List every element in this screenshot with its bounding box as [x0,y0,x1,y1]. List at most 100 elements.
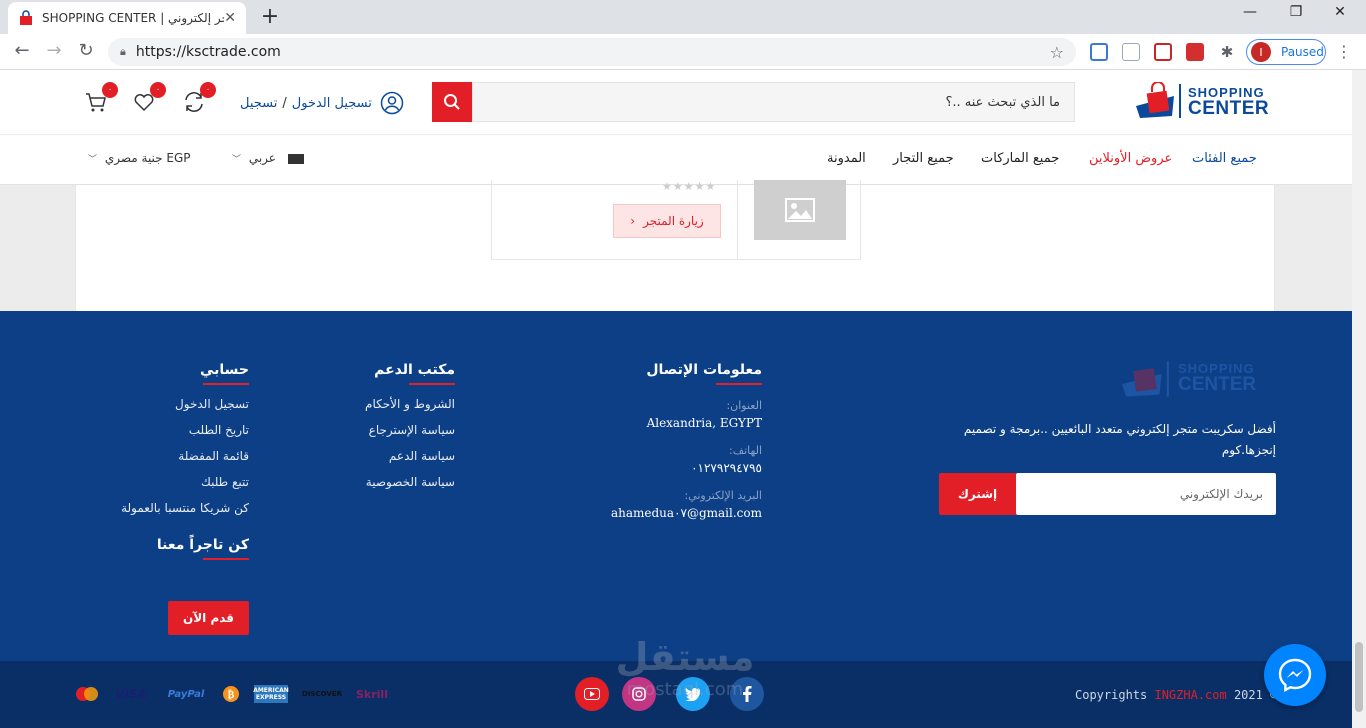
web-page: SHOPPING CENTER تسجيل الدخول / تسجيل ٠ ٠ [0,70,1352,728]
address-bar[interactable]: 🔒︎ https://ksctrade.com ☆ [108,38,1076,66]
store-image-placeholder[interactable] [754,180,846,240]
site-header: SHOPPING CENTER تسجيل الدخول / تسجيل ٠ ٠ [0,70,1352,185]
extensions-puzzle-icon[interactable]: ✱ [1218,43,1236,61]
browser-tab[interactable]: SHOPPING CENTER | متجر إلكتروني ✕ [8,2,246,34]
chevron-down-icon: ﹀ [88,155,98,165]
address-value: Alexandria, EGYPT [646,416,762,430]
cart-count-badge: ٠ [102,82,118,98]
newsletter-email-input[interactable] [1016,473,1276,515]
contact-heading: معلومات الإتصال [646,362,762,385]
support-column: مكتب الدعم الشروط و الأحكام سياسة الإستر… [365,359,455,489]
copyright-prefix: Copyrights [1075,688,1155,702]
email-value[interactable]: ahamedua٠٧@gmail.com [611,506,762,520]
main-nav: جميع الفئات عروض الأونلاين جميع الماركات… [0,134,1352,184]
extension-file-icon[interactable] [1122,43,1140,61]
copyright-brand-link[interactable]: INGZHA.com [1154,688,1226,702]
visit-store-button[interactable]: زيارة المتجر ‹ [613,204,721,238]
phone-value: ٠١٢٧٩٢٩٤٧٩٥ [691,461,762,475]
terms-link[interactable]: الشروط و الأحكام [365,397,455,411]
account-column: حسابي تسجيل الدخول تاريخ الطلب قائمة الم… [121,359,250,560]
messenger-icon [1278,658,1312,693]
currency-select[interactable]: ﹀ جنية مصري EGP [88,151,191,165]
language-label: عربي [248,151,276,165]
mostaql-watermark: مستقل mostaql.com [590,635,780,725]
support-heading: مكتب الدعم [374,362,455,385]
privacy-policy-link[interactable]: سياسة الخصوصية [365,475,455,489]
wishlist-count-badge: ٠ [150,82,166,98]
visit-store-label: زيارة المتجر [643,214,704,228]
chevron-left-icon: ‹ [630,214,636,228]
compare-count-badge: ٠ [200,82,216,98]
extension-docs-icon[interactable] [1090,43,1108,61]
become-merchant-heading: كن تاجراً معنا [157,537,250,560]
minimize-icon[interactable]: — [1230,4,1270,20]
back-icon[interactable]: ← [10,40,34,61]
return-policy-link[interactable]: سياسة الإسترجاع [365,423,455,437]
compare-button[interactable]: ٠ [182,82,216,114]
footer-description: أفضل سكريبت متجر إلكتروني متعدد البائعيي… [963,422,1276,457]
skrill-icon: Skrill [356,687,388,701]
shopping-bag-logo-icon [1122,361,1169,397]
scrollbar-thumb[interactable] [1355,642,1363,712]
site-footer: SHOPPING CENTER أفضل سكريبت متجر إلكترون… [0,311,1352,661]
messenger-chat-button[interactable] [1264,644,1326,706]
site-logo[interactable]: SHOPPING CENTER [1134,81,1274,122]
footer-login-link[interactable]: تسجيل الدخول [121,397,249,411]
discover-icon: DISCOVER [302,690,342,698]
support-policy-link[interactable]: سياسة الدعم [365,449,455,463]
track-order-link[interactable]: تتبع طلبك [121,475,249,489]
close-window-icon[interactable]: ✕ [1320,4,1360,20]
page-scrollbar[interactable] [1352,70,1366,728]
reload-icon[interactable]: ↻ [74,40,98,61]
wishlist-link[interactable]: قائمة المفضلة [121,449,249,463]
nav-all-merchants[interactable]: جميع التجار [893,151,954,166]
american-express-icon: AMERICAN EXPRESS [253,685,289,703]
svg-text:₿: ₿ [228,689,235,701]
login-link[interactable]: تسجيل الدخول [292,96,372,111]
subscribe-button[interactable]: إشترك [939,473,1016,515]
search-button[interactable] [432,82,472,122]
browser-toolbar: ← → ↻ 🔒︎ https://ksctrade.com ☆ ✱ I Paus… [0,34,1366,70]
visa-icon: VISA [115,687,147,701]
order-history-link[interactable]: تاريخ الطلب [121,423,249,437]
watermark-latin: mostaql.com [626,679,744,700]
url-text: https://ksctrade.com [135,44,281,60]
profile-avatar: I [1251,42,1271,62]
affiliate-link[interactable]: كن شريكا منتسبا بالعمولة [121,501,249,515]
shopping-bag-logo-icon [1136,81,1181,118]
wishlist-button[interactable]: ٠ [132,82,166,114]
account-links: تسجيل الدخول / تسجيل [240,91,404,115]
store-rating-stars: ★★★★★ [662,180,717,193]
user-icon [380,91,404,115]
register-link[interactable]: تسجيل [240,96,277,111]
address-label: العنوان: [726,399,762,412]
phone-label: الهاتف: [729,444,762,457]
image-placeholder-icon [785,198,815,222]
cart-button[interactable]: ٠ [84,82,118,114]
apply-now-button[interactable]: قدم الآن [168,601,249,635]
search-input[interactable] [472,82,1075,122]
extension-pocket-icon[interactable] [1154,43,1172,61]
forward-icon[interactable]: → [42,40,66,61]
nav-online-offers[interactable]: عروض الأونلاين [1089,151,1172,166]
browser-tabstrip: SHOPPING CENTER | متجر إلكتروني ✕ + — ❐ … [0,0,1366,34]
nav-all-categories[interactable]: جميع الفئات [1192,151,1257,166]
new-tab-icon[interactable]: + [258,4,282,29]
store-card: ★★★★★ زيارة المتجر ‹ [491,180,861,260]
nav-all-brands[interactable]: جميع الماركات [981,151,1059,166]
bookmark-star-icon[interactable]: ☆ [1050,43,1064,62]
bitcoin-icon: ₿ [222,685,240,703]
nav-blog[interactable]: المدونة [827,151,866,166]
close-tab-icon[interactable]: ✕ [224,10,236,26]
language-select[interactable]: ﹀ عربي [232,151,304,165]
footer-logo-text: SHOPPING CENTER [1178,361,1257,395]
extension-shield-icon[interactable] [1186,43,1204,61]
tab-title: SHOPPING CENTER | متجر إلكتروني [42,11,224,25]
paypal-icon: PayPal [167,688,205,700]
profile-button[interactable]: I Paused [1246,39,1326,65]
search-bar [432,82,1075,122]
maximize-icon[interactable]: ❐ [1276,4,1316,20]
footer-logo[interactable]: SHOPPING CENTER [1120,359,1272,401]
profile-status: Paused [1281,45,1324,59]
browser-menu-icon[interactable]: ⋮ [1336,42,1352,61]
